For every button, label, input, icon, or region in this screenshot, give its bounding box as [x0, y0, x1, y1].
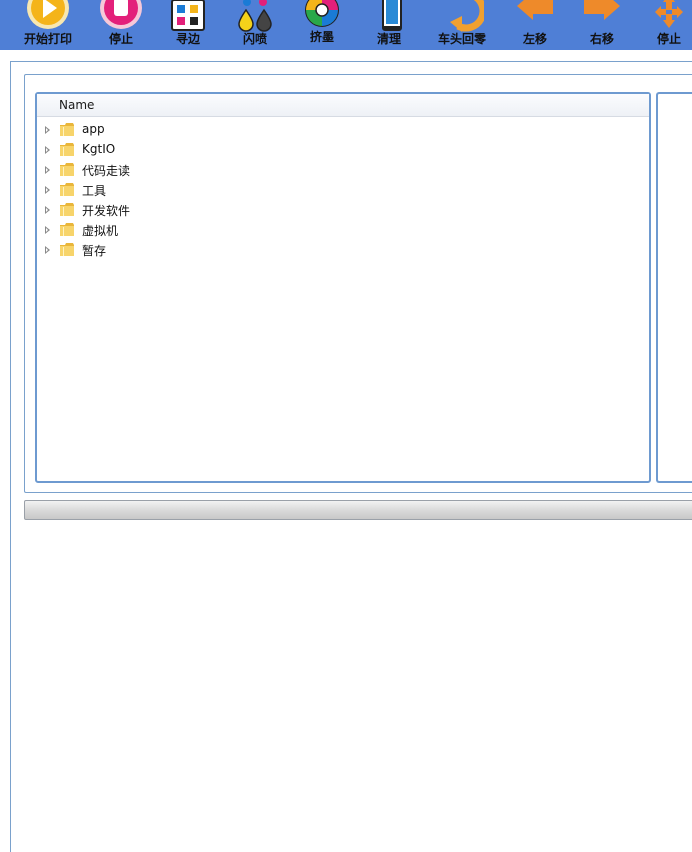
carriage-home-label: 车头回零 — [437, 32, 486, 46]
start-print-label: 开始打印 — [23, 32, 72, 46]
arrow-left-icon — [513, 0, 557, 34]
expand-arrow-icon[interactable] — [45, 226, 50, 234]
folder-icon — [60, 163, 74, 176]
stop-move-button[interactable]: 停止 — [636, 0, 692, 50]
find-edge-button[interactable]: 寻边 — [155, 0, 221, 50]
tree-item-label: 开发软件 — [82, 204, 131, 218]
move-left-button[interactable]: 左移 — [502, 0, 568, 50]
expand-arrow-icon[interactable] — [45, 206, 50, 214]
move-right-label: 右移 — [589, 32, 614, 46]
clean-button[interactable]: 清理 — [356, 0, 422, 50]
stop-button[interactable]: 停止 — [88, 0, 154, 50]
find-edge-label: 寻边 — [175, 32, 200, 46]
folder-icon — [60, 183, 74, 196]
stop-move-label: 停止 — [656, 32, 681, 46]
tree-item-virtual-machine[interactable]: 虚拟机 — [37, 220, 649, 240]
folder-icon — [60, 223, 74, 236]
expand-arrow-icon[interactable] — [45, 126, 50, 134]
expand-arrow-icon[interactable] — [45, 146, 50, 154]
move-right-button[interactable]: 右移 — [569, 0, 635, 50]
tree-item-app[interactable]: app — [37, 120, 649, 140]
toolbar: 开始打印 停止 寻边 闪喷 挤墨 清理 车头回零 左移 右移 停止 — [0, 0, 692, 50]
folder-icon — [60, 123, 74, 136]
move-left-label: 左移 — [522, 32, 547, 46]
move-cross-icon — [647, 0, 691, 34]
tree-item-code-walkthrough[interactable]: 代码走读 — [37, 160, 649, 180]
folder-tree[interactable]: Name app KgtIO 代码走读 工具 开发软件 虚拟机 暂存 — [35, 92, 651, 483]
squeeze-ink-label: 挤墨 — [309, 30, 334, 44]
preview-panel — [656, 92, 692, 483]
clean-label: 清理 — [376, 32, 401, 46]
tree-item-label: app — [82, 122, 105, 136]
tree-item-kgtio[interactable]: KgtIO — [37, 140, 649, 160]
folder-icon — [60, 143, 74, 156]
tree-item-tools[interactable]: 工具 — [37, 180, 649, 200]
flash-spray-label: 闪喷 — [242, 32, 267, 46]
carriage-home-button[interactable]: 车头回零 — [429, 0, 495, 50]
expand-arrow-icon[interactable] — [45, 246, 50, 254]
expand-arrow-icon[interactable] — [45, 166, 50, 174]
column-name-label: Name — [59, 98, 95, 112]
progress-bar — [24, 500, 692, 520]
stop-icon — [99, 0, 143, 34]
start-print-button[interactable]: 开始打印 — [15, 0, 81, 50]
grid-icon — [166, 0, 210, 34]
tree-item-label: 工具 — [82, 184, 107, 198]
tree-item-label: 暂存 — [82, 244, 107, 258]
clean-icon — [367, 0, 411, 34]
squeeze-ink-button[interactable]: 挤墨 — [289, 0, 355, 50]
ink-drops-icon — [233, 0, 277, 34]
play-icon — [26, 0, 70, 34]
folder-icon — [60, 203, 74, 216]
tree-item-label: 代码走读 — [82, 164, 131, 178]
tree-column-header[interactable]: Name — [37, 94, 649, 117]
flash-spray-button[interactable]: 闪喷 — [222, 0, 288, 50]
folder-icon — [60, 243, 74, 256]
tree-item-label: KgtIO — [82, 142, 116, 156]
tree-item-dev-software[interactable]: 开发软件 — [37, 200, 649, 220]
arrow-right-icon — [580, 0, 624, 34]
stop-label: 停止 — [108, 32, 133, 46]
expand-arrow-icon[interactable] — [45, 186, 50, 194]
rotate-icon — [440, 0, 484, 34]
tree-item-label: 虚拟机 — [82, 224, 119, 238]
tree-item-temp[interactable]: 暂存 — [37, 240, 649, 260]
